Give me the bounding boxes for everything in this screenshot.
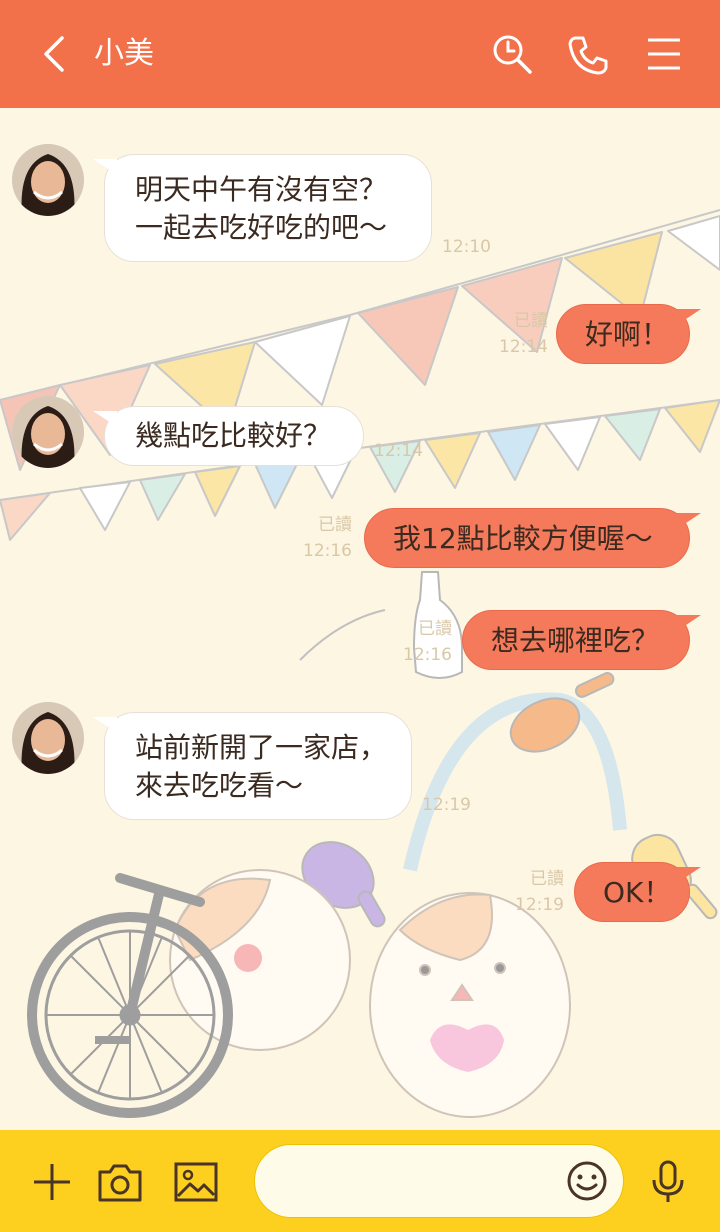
message-meta: 已讀 12:16 [290,512,352,564]
read-receipt: 已讀 [418,619,452,639]
message-text: 來去吃吃看～ [135,769,304,802]
message-text: 站前新開了一家店， [135,731,388,764]
message-input[interactable] [254,1144,624,1218]
message-text: 我12點比較方便喔～ [393,522,653,555]
message-text: 好啊！ [585,318,670,351]
avatar-photo [12,144,84,216]
message-time: 12:14 [374,441,423,461]
message-bubble-outgoing[interactable]: 想去哪裡吃？ [462,610,701,670]
message-text: 想去哪裡吃？ [491,624,660,657]
read-receipt: 已讀 [514,311,548,331]
message-meta: 已讀 12:16 [390,616,452,668]
message-text: 明天中午有沒有空？ [135,173,388,206]
message-meta: 已讀 12:19 [502,866,564,918]
back-arrow-icon[interactable] [36,34,72,74]
menu-icon[interactable] [642,32,686,76]
message-time: 12:10 [442,237,491,257]
contact-avatar[interactable] [12,144,84,216]
message-bubble-incoming[interactable]: 明天中午有沒有空？ 一起去吃好吃的吧～ [93,154,432,262]
message-text: 幾點吃比較好？ [135,419,332,452]
phone-icon[interactable] [566,32,610,76]
avatar-photo [12,702,84,774]
camera-icon[interactable] [96,1158,144,1206]
message-text: OK！ [603,876,672,909]
message-bubble-outgoing[interactable]: OK！ [574,862,701,922]
avatar-photo [12,396,84,468]
plus-icon[interactable] [28,1158,76,1206]
message-meta: 已讀 12:14 [486,308,548,360]
message-bubble-outgoing[interactable]: 好啊！ [556,304,701,364]
message-input-bar [0,1130,720,1232]
emoji-icon[interactable] [565,1159,609,1203]
message-bubble-incoming[interactable]: 站前新開了一家店， 來去吃吃看～ [93,712,412,820]
message-text: 一起去吃好吃的吧～ [135,211,388,244]
message-bubble-incoming[interactable]: 幾點吃比較好？ [93,406,364,466]
contact-avatar[interactable] [12,396,84,468]
chat-header: 小美 [0,0,720,108]
message-time: 12:19 [422,795,471,815]
message-time: 12:19 [515,895,564,915]
message-time: 12:16 [303,541,352,561]
message-time: 12:16 [403,645,452,665]
read-receipt: 已讀 [318,515,352,535]
message-bubble-outgoing[interactable]: 我12點比較方便喔～ [364,508,701,568]
chat-title: 小美 [94,36,154,71]
image-icon[interactable] [172,1158,220,1206]
hamster-character-right [369,892,571,1118]
read-receipt: 已讀 [530,869,564,889]
search-icon[interactable] [490,32,534,76]
message-time: 12:14 [499,337,548,357]
contact-avatar[interactable] [12,702,84,774]
microphone-icon[interactable] [644,1158,692,1206]
